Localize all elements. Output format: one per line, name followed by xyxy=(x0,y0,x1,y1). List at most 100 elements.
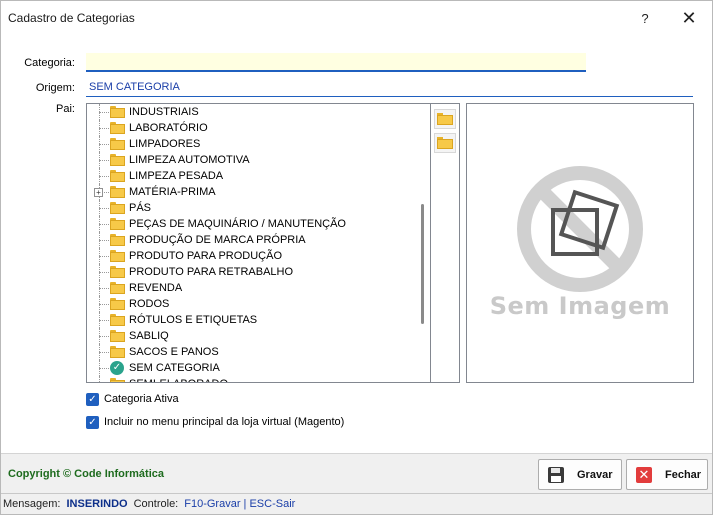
tree-line xyxy=(99,160,109,161)
tree-item[interactable]: RÓTULOS E ETIQUETAS xyxy=(87,312,417,328)
categoria-label: Categoria: xyxy=(24,57,75,69)
close-red-icon: ✕ xyxy=(635,466,653,484)
controle-value: F10-Gravar | ESC-Sair xyxy=(184,498,296,510)
tree-item-label: SEM CATEGORIA xyxy=(129,362,220,374)
tree-line xyxy=(99,368,109,369)
folder-icon xyxy=(110,106,125,118)
folder-icon xyxy=(110,330,125,342)
no-image-text: Sem Imagem xyxy=(489,292,671,320)
tree-line xyxy=(99,288,109,289)
check-circle-icon: ✓ xyxy=(110,361,124,375)
tree-item[interactable]: PRODUTO PARA RETRABALHO xyxy=(87,264,417,280)
tree-line xyxy=(99,128,109,129)
tree-item-label: LIMPEZA AUTOMOTIVA xyxy=(129,154,250,166)
tree-item-label: LIMPEZA PESADA xyxy=(129,170,224,182)
title-bar: Cadastro de Categorias ? ✕ xyxy=(1,1,712,35)
tree-item-label: PRODUTO PARA RETRABALHO xyxy=(129,266,294,278)
tree-item-label: PÁS xyxy=(129,202,152,214)
checkbox-checked-icon: ✓ xyxy=(86,392,99,406)
tree-item-label: MATÉRIA-PRIMA xyxy=(129,186,216,198)
origem-field[interactable]: SEM CATEGORIA xyxy=(86,78,693,97)
folder-icon xyxy=(110,186,125,198)
category-image-panel[interactable]: Sem Imagem xyxy=(466,103,694,383)
folder-icon xyxy=(437,137,453,149)
close-button[interactable]: ✕ xyxy=(667,1,711,35)
tree-item[interactable]: LIMPADORES xyxy=(87,136,417,152)
folder-icon xyxy=(110,122,125,134)
checkbox-checked-icon: ✓ xyxy=(86,415,99,429)
tree-item[interactable]: SABLIQ xyxy=(87,328,417,344)
tree-item[interactable]: LIMPEZA AUTOMOTIVA xyxy=(87,152,417,168)
tree-line xyxy=(99,112,109,113)
folder-icon xyxy=(110,154,125,166)
footer-bar: Copyright © Code Informática Gravar ✕ Fe… xyxy=(1,453,712,493)
tree-list: INDUSTRIAIS LABORATÓRIO LIMPADORES LIMPEZA … xyxy=(87,104,417,382)
window-title: Cadastro de Categorias xyxy=(8,11,135,25)
status-bar: Mensagem: INSERINDO Controle: F10-Gravar… xyxy=(1,493,712,514)
tree-item[interactable]: LIMPEZA PESADA xyxy=(87,168,417,184)
tree-item[interactable]: PRODUÇÃO DE MARCA PRÓPRIA xyxy=(87,232,417,248)
mensagem-label: Mensagem: xyxy=(3,498,61,510)
floppy-disk-icon xyxy=(547,466,565,484)
tree-item-label: PRODUÇÃO DE MARCA PRÓPRIA xyxy=(129,234,306,246)
folder-icon xyxy=(110,250,125,262)
folder-icon xyxy=(110,218,125,230)
tree-line xyxy=(99,240,109,241)
open-folder-icon xyxy=(437,113,453,125)
tree-scrollbar-thumb[interactable] xyxy=(421,204,424,324)
dialog-window: Cadastro de Categorias ? ✕ Categoria: Or… xyxy=(0,0,713,515)
tree-line xyxy=(99,208,109,209)
tree-item[interactable]: SACOS E PANOS xyxy=(87,344,417,360)
tree-item-label: RÓTULOS E ETIQUETAS xyxy=(129,314,258,326)
tree-line xyxy=(99,376,100,382)
origem-label: Origem: xyxy=(35,82,75,94)
tree-item[interactable]: PRODUTO PARA PRODUÇÃO xyxy=(87,248,417,264)
tree-action-panel xyxy=(431,103,460,383)
folder-icon xyxy=(110,266,125,278)
folder-icon xyxy=(110,282,125,294)
tree-line xyxy=(99,272,109,273)
folder-icon xyxy=(110,138,125,150)
folder-icon xyxy=(110,346,125,358)
tree-item[interactable]: ✓ SEM CATEGORIA xyxy=(87,360,417,376)
folder-icon xyxy=(110,234,125,246)
fechar-label: Fechar xyxy=(665,468,702,481)
tree-item[interactable]: SEMI-ELABORADO xyxy=(87,376,417,382)
category-tree[interactable]: INDUSTRIAIS LABORATÓRIO LIMPADORES LIMPEZA … xyxy=(86,103,431,383)
tree-line xyxy=(99,176,109,177)
tree-item-label: INDUSTRIAIS xyxy=(129,106,199,118)
categoria-ativa-checkbox[interactable]: ✓ Categoria Ativa xyxy=(86,391,179,407)
controle-label: Controle: xyxy=(133,498,179,510)
tree-item-label: RODOS xyxy=(129,298,170,310)
tree-item[interactable]: PÁS xyxy=(87,200,417,216)
expand-icon[interactable]: + xyxy=(94,188,103,197)
tree-item[interactable]: RODOS xyxy=(87,296,417,312)
mensagem-value: INSERINDO xyxy=(66,498,128,510)
folder-icon xyxy=(110,314,125,326)
tree-line xyxy=(99,144,109,145)
gravar-label: Gravar xyxy=(577,468,613,481)
tree-item[interactable]: REVENDA xyxy=(87,280,417,296)
tree-item[interactable]: LABORATÓRIO xyxy=(87,120,417,136)
tree-item-label: SABLIQ xyxy=(129,330,169,342)
tree-line xyxy=(99,256,109,257)
categoria-input[interactable] xyxy=(86,53,586,72)
gravar-button[interactable]: Gravar xyxy=(538,459,622,490)
tree-line xyxy=(99,304,109,305)
new-folder-button[interactable] xyxy=(434,133,456,153)
copyright-text: Copyright © Code Informática xyxy=(8,468,165,480)
tree-item[interactable]: PEÇAS DE MAQUINÁRIO / MANUTENÇÃO xyxy=(87,216,417,232)
tree-item[interactable]: + MATÉRIA-PRIMA xyxy=(87,184,417,200)
help-button[interactable]: ? xyxy=(623,1,667,35)
menu-principal-label: Incluir no menu principal da loja virtua… xyxy=(104,416,345,428)
categoria-ativa-label: Categoria Ativa xyxy=(104,393,179,405)
open-folder-button[interactable] xyxy=(434,109,456,129)
pai-label: Pai: xyxy=(56,103,75,115)
tree-item-label: LABORATÓRIO xyxy=(129,122,208,134)
tree-line xyxy=(99,224,109,225)
menu-principal-checkbox[interactable]: ✓ Incluir no menu principal da loja virt… xyxy=(86,414,344,430)
tree-item[interactable]: INDUSTRIAIS xyxy=(87,104,417,120)
tree-line xyxy=(99,352,109,353)
tree-line xyxy=(99,320,109,321)
fechar-button[interactable]: ✕ Fechar xyxy=(626,459,708,490)
